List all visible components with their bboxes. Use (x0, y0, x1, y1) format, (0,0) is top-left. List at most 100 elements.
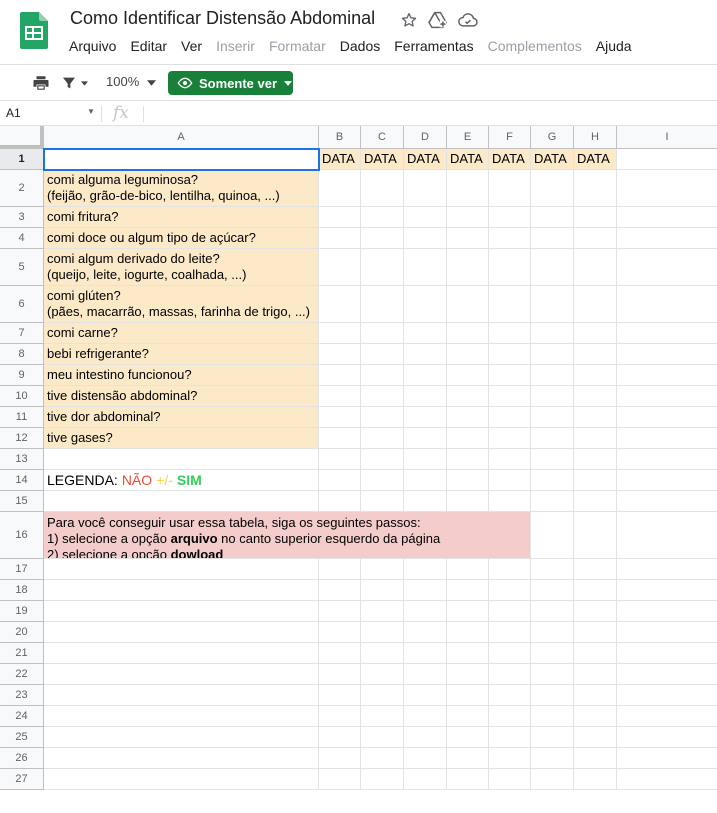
cell-f3[interactable] (489, 207, 531, 228)
cell-g25[interactable] (531, 727, 574, 748)
row-header-16[interactable]: 16 (0, 512, 44, 559)
select-all-corner[interactable] (0, 126, 44, 149)
cell-f11[interactable] (489, 407, 531, 428)
cell-c20[interactable] (361, 622, 404, 643)
cell-e4[interactable] (447, 228, 489, 249)
cell-e7[interactable] (447, 323, 489, 344)
cell-c17[interactable] (361, 559, 404, 580)
cell-h12[interactable] (574, 428, 617, 449)
cell-g19[interactable] (531, 601, 574, 622)
cell-a19[interactable] (44, 601, 319, 622)
menu-formatar[interactable]: Formatar (262, 36, 333, 56)
cell-b11[interactable] (319, 407, 361, 428)
cell-d24[interactable] (404, 706, 447, 727)
cell-g18[interactable] (531, 580, 574, 601)
cell-c15[interactable] (361, 491, 404, 512)
name-box-chevron-down-icon[interactable]: ▼ (87, 107, 95, 116)
cell-e5[interactable] (447, 249, 489, 286)
cell-i18[interactable] (617, 580, 717, 601)
cell-e10[interactable] (447, 386, 489, 407)
cell-i15[interactable] (617, 491, 717, 512)
cell-a18[interactable] (44, 580, 319, 601)
cell-f7[interactable] (489, 323, 531, 344)
cell-h4[interactable] (574, 228, 617, 249)
row-header-18[interactable]: 18 (0, 580, 44, 601)
cell-b6[interactable] (319, 286, 361, 323)
cell-b14[interactable] (319, 470, 361, 491)
cell-b17[interactable] (319, 559, 361, 580)
cell-c8[interactable] (361, 344, 404, 365)
cell-b5[interactable] (319, 249, 361, 286)
cell-a2[interactable]: comi alguma leguminosa? (feijão, grão-de-… (44, 170, 319, 207)
cell-a20[interactable] (44, 622, 319, 643)
cell-e9[interactable] (447, 365, 489, 386)
row-header-15[interactable]: 15 (0, 491, 44, 512)
column-header-d[interactable]: D (404, 126, 447, 149)
cell-f4[interactable] (489, 228, 531, 249)
cell-f18[interactable] (489, 580, 531, 601)
cell-g8[interactable] (531, 344, 574, 365)
name-box[interactable]: A1 (6, 106, 21, 120)
cell-d1[interactable]: DATA (404, 149, 447, 170)
cell-i2[interactable] (617, 170, 717, 207)
cell-h8[interactable] (574, 344, 617, 365)
cell-g5[interactable] (531, 249, 574, 286)
cell-f26[interactable] (489, 748, 531, 769)
cell-e19[interactable] (447, 601, 489, 622)
row-header-21[interactable]: 21 (0, 643, 44, 664)
cell-h1[interactable]: DATA (574, 149, 617, 170)
menu-inserir[interactable]: Inserir (209, 36, 262, 56)
row-header-6[interactable]: 6 (0, 286, 44, 323)
cell-h9[interactable] (574, 365, 617, 386)
cell-h24[interactable] (574, 706, 617, 727)
cell-f25[interactable] (489, 727, 531, 748)
cell-f5[interactable] (489, 249, 531, 286)
cell-i10[interactable] (617, 386, 717, 407)
column-header-e[interactable]: E (447, 126, 489, 149)
cell-d11[interactable] (404, 407, 447, 428)
instructions-cell[interactable]: Para você conseguir usar essa tabela, si… (44, 512, 531, 559)
cell-c24[interactable] (361, 706, 404, 727)
cell-d26[interactable] (404, 748, 447, 769)
row-header-3[interactable]: 3 (0, 207, 44, 228)
cell-e11[interactable] (447, 407, 489, 428)
cell-c27[interactable] (361, 769, 404, 790)
cell-d22[interactable] (404, 664, 447, 685)
cell-c6[interactable] (361, 286, 404, 323)
cell-h21[interactable] (574, 643, 617, 664)
row-header-26[interactable]: 26 (0, 748, 44, 769)
cell-c13[interactable] (361, 449, 404, 470)
cell-a15[interactable] (44, 491, 319, 512)
filter-icon[interactable] (61, 72, 88, 94)
cell-f1[interactable]: DATA (489, 149, 531, 170)
column-header-h[interactable]: H (574, 126, 617, 149)
cell-d14[interactable] (404, 470, 447, 491)
menu-dados[interactable]: Dados (333, 36, 387, 56)
cell-d12[interactable] (404, 428, 447, 449)
cell-f21[interactable] (489, 643, 531, 664)
cell-g4[interactable] (531, 228, 574, 249)
cell-e15[interactable] (447, 491, 489, 512)
cell-g7[interactable] (531, 323, 574, 344)
cell-g23[interactable] (531, 685, 574, 706)
cell-f6[interactable] (489, 286, 531, 323)
view-only-button[interactable]: Somente ver (168, 71, 293, 95)
cell-h16[interactable] (574, 512, 617, 559)
cell-f13[interactable] (489, 449, 531, 470)
cell-c5[interactable] (361, 249, 404, 286)
cell-e24[interactable] (447, 706, 489, 727)
cell-a22[interactable] (44, 664, 319, 685)
cell-e13[interactable] (447, 449, 489, 470)
cell-d10[interactable] (404, 386, 447, 407)
cell-d15[interactable] (404, 491, 447, 512)
cell-h22[interactable] (574, 664, 617, 685)
cell-g24[interactable] (531, 706, 574, 727)
row-header-14[interactable]: 14 (0, 470, 44, 491)
cell-g16[interactable] (531, 512, 574, 559)
row-header-25[interactable]: 25 (0, 727, 44, 748)
cell-b1[interactable]: DATA (319, 149, 361, 170)
cell-i23[interactable] (617, 685, 717, 706)
cell-f22[interactable] (489, 664, 531, 685)
row-header-11[interactable]: 11 (0, 407, 44, 428)
cell-c1[interactable]: DATA (361, 149, 404, 170)
